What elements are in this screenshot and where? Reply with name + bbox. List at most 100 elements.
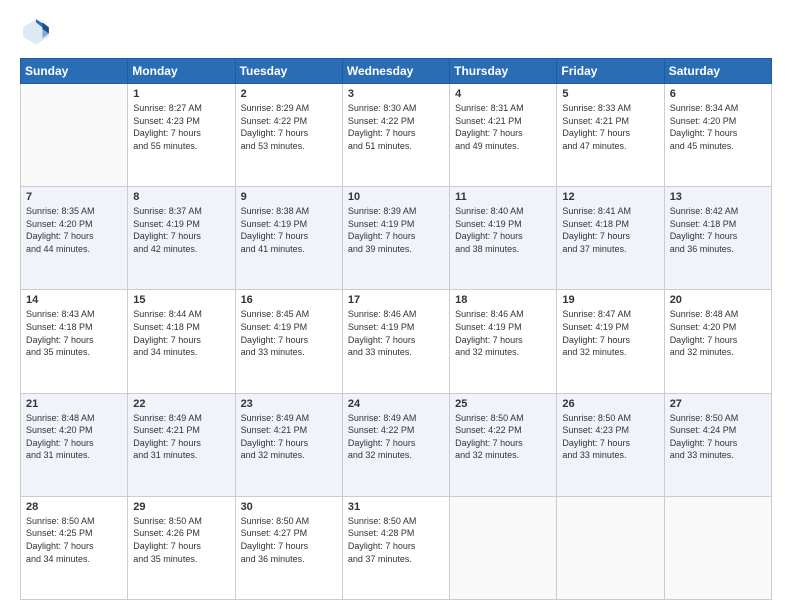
calendar-cell: 9Sunrise: 8:38 AMSunset: 4:19 PMDaylight…	[235, 187, 342, 290]
calendar-cell: 25 Sunrise: 8:50 AMSunset: 4:22 PMDayligh…	[450, 393, 557, 496]
calendar-week-row: 21 Sunrise: 8:48 AMSunset: 4:20 PMDayligh…	[21, 393, 772, 496]
day-number: 13	[670, 191, 766, 203]
day-number: 22	[133, 398, 229, 410]
calendar-cell: 3 Sunrise: 8:30 AMSunset: 4:22 PMDaylight…	[342, 84, 449, 187]
day-info: Sunrise: 8:30 AMSunset: 4:22 PMDaylight:…	[348, 102, 444, 152]
calendar-cell: 7 Sunrise: 8:35 AMSunset: 4:20 PMDaylight…	[21, 187, 128, 290]
logo-icon	[20, 16, 52, 48]
calendar-cell: 20Sunrise: 8:48 AMSunset: 4:20 PMDayligh…	[664, 290, 771, 393]
calendar-week-row: 7 Sunrise: 8:35 AMSunset: 4:20 PMDaylight…	[21, 187, 772, 290]
calendar-cell: 11 Sunrise: 8:40 AMSunset: 4:19 PMDayligh…	[450, 187, 557, 290]
header	[20, 16, 772, 48]
day-header-wednesday: Wednesday	[342, 59, 449, 84]
calendar-cell: 23 Sunrise: 8:49 AMSunset: 4:21 PMDayligh…	[235, 393, 342, 496]
calendar-cell: 17 Sunrise: 8:46 AMSunset: 4:19 PMDayligh…	[342, 290, 449, 393]
day-info: Sunrise: 8:49 AMSunset: 4:21 PMDaylight:…	[241, 412, 337, 462]
day-number: 25	[455, 398, 551, 410]
day-number: 2	[241, 88, 337, 100]
day-number: 31	[348, 501, 444, 513]
logo	[20, 16, 56, 48]
day-number: 9	[241, 191, 337, 203]
day-info: Sunrise: 8:50 AMSunset: 4:24 PMDaylight:…	[670, 412, 766, 462]
calendar-cell	[664, 496, 771, 599]
day-number: 12	[562, 191, 658, 203]
calendar-cell: 15 Sunrise: 8:44 AMSunset: 4:18 PMDayligh…	[128, 290, 235, 393]
calendar-cell: 18 Sunrise: 8:46 AMSunset: 4:19 PMDayligh…	[450, 290, 557, 393]
day-number: 26	[562, 398, 658, 410]
calendar-cell: 13 Sunrise: 8:42 AMSunset: 4:18 PMDayligh…	[664, 187, 771, 290]
day-number: 15	[133, 294, 229, 306]
day-number: 14	[26, 294, 122, 306]
day-header-saturday: Saturday	[664, 59, 771, 84]
day-info: Sunrise: 8:37 AMSunset: 4:19 PMDaylight:…	[133, 205, 229, 255]
day-info: Sunrise: 8:46 AMSunset: 4:19 PMDaylight:…	[348, 308, 444, 358]
day-number: 6	[670, 88, 766, 100]
day-header-thursday: Thursday	[450, 59, 557, 84]
day-info: Sunrise: 8:50 AMSunset: 4:27 PMDaylight:…	[241, 515, 337, 565]
calendar-cell: 19 Sunrise: 8:47 AMSunset: 4:19 PMDayligh…	[557, 290, 664, 393]
day-number: 28	[26, 501, 122, 513]
day-info: Sunrise: 8:40 AMSunset: 4:19 PMDaylight:…	[455, 205, 551, 255]
day-number: 16	[241, 294, 337, 306]
day-number: 21	[26, 398, 122, 410]
day-header-friday: Friday	[557, 59, 664, 84]
calendar-cell: 12 Sunrise: 8:41 AMSunset: 4:18 PMDayligh…	[557, 187, 664, 290]
calendar-cell: 24Sunrise: 8:49 AMSunset: 4:22 PMDayligh…	[342, 393, 449, 496]
calendar-cell	[557, 496, 664, 599]
day-info: Sunrise: 8:48 AMSunset: 4:20 PMDaylight:…	[26, 412, 122, 462]
calendar-week-row: 14 Sunrise: 8:43 AMSunset: 4:18 PMDayligh…	[21, 290, 772, 393]
calendar-cell: 16 Sunrise: 8:45 AMSunset: 4:19 PMDayligh…	[235, 290, 342, 393]
day-number: 8	[133, 191, 229, 203]
day-header-tuesday: Tuesday	[235, 59, 342, 84]
calendar-cell: 4 Sunrise: 8:31 AMSunset: 4:21 PMDaylight…	[450, 84, 557, 187]
day-number: 3	[348, 88, 444, 100]
day-info: Sunrise: 8:43 AMSunset: 4:18 PMDaylight:…	[26, 308, 122, 358]
calendar-cell: 14 Sunrise: 8:43 AMSunset: 4:18 PMDayligh…	[21, 290, 128, 393]
calendar-cell: 26Sunrise: 8:50 AMSunset: 4:23 PMDayligh…	[557, 393, 664, 496]
day-info: Sunrise: 8:50 AMSunset: 4:26 PMDaylight:…	[133, 515, 229, 565]
day-number: 11	[455, 191, 551, 203]
day-info: Sunrise: 8:29 AMSunset: 4:22 PMDaylight:…	[241, 102, 337, 152]
calendar-cell: 21 Sunrise: 8:48 AMSunset: 4:20 PMDayligh…	[21, 393, 128, 496]
calendar-cell: 29 Sunrise: 8:50 AMSunset: 4:26 PMDayligh…	[128, 496, 235, 599]
day-number: 4	[455, 88, 551, 100]
day-number: 7	[26, 191, 122, 203]
page: SundayMondayTuesdayWednesdayThursdayFrid…	[0, 0, 792, 612]
day-info: Sunrise: 8:27 AMSunset: 4:23 PMDaylight:…	[133, 102, 229, 152]
calendar: SundayMondayTuesdayWednesdayThursdayFrid…	[20, 58, 772, 600]
day-number: 27	[670, 398, 766, 410]
day-number: 17	[348, 294, 444, 306]
day-number: 5	[562, 88, 658, 100]
day-info: Sunrise: 8:31 AMSunset: 4:21 PMDaylight:…	[455, 102, 551, 152]
day-info: Sunrise: 8:34 AMSunset: 4:20 PMDaylight:…	[670, 102, 766, 152]
calendar-cell: 30 Sunrise: 8:50 AMSunset: 4:27 PMDayligh…	[235, 496, 342, 599]
day-number: 29	[133, 501, 229, 513]
calendar-cell: 2 Sunrise: 8:29 AMSunset: 4:22 PMDaylight…	[235, 84, 342, 187]
day-info: Sunrise: 8:47 AMSunset: 4:19 PMDaylight:…	[562, 308, 658, 358]
day-info: Sunrise: 8:50 AMSunset: 4:28 PMDaylight:…	[348, 515, 444, 565]
day-info: Sunrise: 8:50 AMSunset: 4:22 PMDaylight:…	[455, 412, 551, 462]
day-info: Sunrise: 8:41 AMSunset: 4:18 PMDaylight:…	[562, 205, 658, 255]
day-number: 23	[241, 398, 337, 410]
calendar-cell	[450, 496, 557, 599]
day-number: 30	[241, 501, 337, 513]
calendar-cell: 10Sunrise: 8:39 AMSunset: 4:19 PMDayligh…	[342, 187, 449, 290]
day-info: Sunrise: 8:48 AMSunset: 4:20 PMDaylight:…	[670, 308, 766, 358]
calendar-week-row: 28Sunrise: 8:50 AMSunset: 4:25 PMDayligh…	[21, 496, 772, 599]
day-info: Sunrise: 8:49 AMSunset: 4:22 PMDaylight:…	[348, 412, 444, 462]
calendar-cell: 22 Sunrise: 8:49 AMSunset: 4:21 PMDayligh…	[128, 393, 235, 496]
day-number: 10	[348, 191, 444, 203]
calendar-cell: 5 Sunrise: 8:33 AMSunset: 4:21 PMDaylight…	[557, 84, 664, 187]
day-info: Sunrise: 8:49 AMSunset: 4:21 PMDaylight:…	[133, 412, 229, 462]
day-info: Sunrise: 8:45 AMSunset: 4:19 PMDaylight:…	[241, 308, 337, 358]
day-info: Sunrise: 8:35 AMSunset: 4:20 PMDaylight:…	[26, 205, 122, 255]
day-info: Sunrise: 8:33 AMSunset: 4:21 PMDaylight:…	[562, 102, 658, 152]
day-info: Sunrise: 8:44 AMSunset: 4:18 PMDaylight:…	[133, 308, 229, 358]
day-info: Sunrise: 8:42 AMSunset: 4:18 PMDaylight:…	[670, 205, 766, 255]
calendar-cell: 8 Sunrise: 8:37 AMSunset: 4:19 PMDaylight…	[128, 187, 235, 290]
day-number: 18	[455, 294, 551, 306]
day-number: 19	[562, 294, 658, 306]
calendar-week-row: 1Sunrise: 8:27 AMSunset: 4:23 PMDaylight…	[21, 84, 772, 187]
calendar-cell: 6 Sunrise: 8:34 AMSunset: 4:20 PMDaylight…	[664, 84, 771, 187]
day-info: Sunrise: 8:46 AMSunset: 4:19 PMDaylight:…	[455, 308, 551, 358]
